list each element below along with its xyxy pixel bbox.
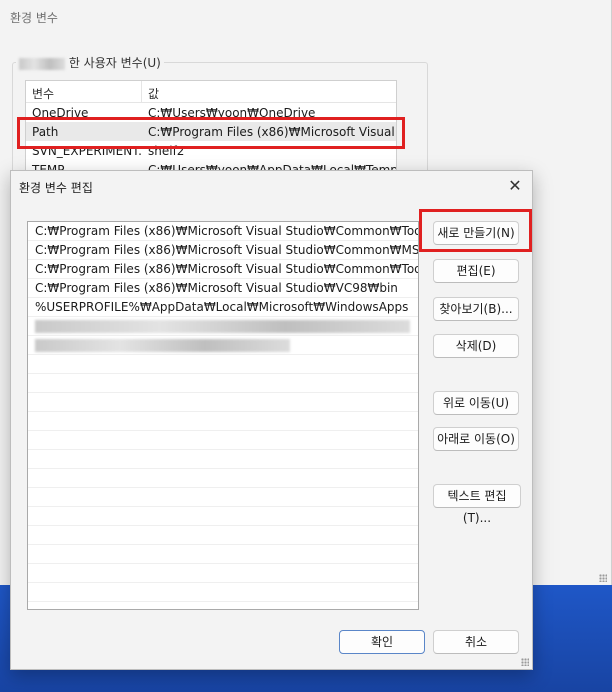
list-item-empty[interactable] — [28, 488, 418, 507]
list-item-redacted[interactable] — [28, 336, 418, 355]
list-item-empty[interactable] — [28, 469, 418, 488]
list-item-empty[interactable] — [28, 393, 418, 412]
list-item-empty[interactable] — [28, 374, 418, 393]
path-list[interactable]: C:₩Program Files (x86)₩Microsoft Visual … — [27, 221, 419, 610]
user-variables-group-label: 한 사용자 변수(U) — [16, 54, 164, 71]
move-up-button[interactable]: 위로 이동(U) — [433, 391, 519, 415]
column-header-variable[interactable]: 변수 — [26, 81, 142, 102]
resize-grip-icon[interactable] — [599, 574, 607, 582]
table-header: 변수 값 — [26, 81, 396, 103]
column-header-value[interactable]: 값 — [142, 81, 165, 102]
window-title: 환경 변수 — [10, 11, 58, 25]
edit-button[interactable]: 편집(E) — [433, 259, 519, 283]
list-item-empty[interactable] — [28, 412, 418, 431]
move-down-button[interactable]: 아래로 이동(O) — [433, 427, 519, 451]
browse-button[interactable]: 찾아보기(B)... — [433, 297, 519, 321]
list-item[interactable]: C:₩Program Files (x86)₩Microsoft Visual … — [28, 222, 418, 241]
list-item-redacted[interactable] — [28, 317, 418, 336]
redacted-username — [19, 57, 65, 70]
list-item-empty[interactable] — [28, 564, 418, 583]
list-item[interactable]: C:₩Program Files (x86)₩Microsoft Visual … — [28, 260, 418, 279]
list-item-empty[interactable] — [28, 507, 418, 526]
dialog-title: 환경 변수 편집 — [19, 181, 93, 195]
list-item-empty[interactable] — [28, 545, 418, 564]
highlight-path-row — [17, 117, 405, 149]
ok-button[interactable]: 확인 — [339, 630, 425, 654]
list-item[interactable]: C:₩Program Files (x86)₩Microsoft Visual … — [28, 279, 418, 298]
cancel-button[interactable]: 취소 — [433, 630, 519, 654]
delete-button[interactable]: 삭제(D) — [433, 334, 519, 358]
redacted-path — [35, 319, 410, 333]
list-item-empty[interactable] — [28, 450, 418, 469]
list-item-empty[interactable] — [28, 355, 418, 374]
list-item-empty[interactable] — [28, 583, 418, 602]
redacted-path — [35, 338, 290, 352]
highlight-new-button — [419, 209, 532, 252]
edit-environment-variable-dialog: 환경 변수 편집 ✕ C:₩Program Files (x86)₩Micros… — [10, 170, 533, 670]
list-item[interactable]: C:₩Program Files (x86)₩Microsoft Visual … — [28, 241, 418, 260]
edit-text-button[interactable]: 텍스트 편집(T)... — [433, 484, 521, 525]
list-item[interactable]: %USERPROFILE%₩AppData₩Local₩Microsoft₩Wi… — [28, 298, 418, 317]
close-icon[interactable]: ✕ — [506, 177, 524, 195]
list-item-empty[interactable] — [28, 431, 418, 450]
group-label-text: 한 사용자 변수(U) — [68, 56, 161, 70]
resize-grip-icon[interactable] — [521, 658, 529, 666]
list-item-empty[interactable] — [28, 526, 418, 545]
